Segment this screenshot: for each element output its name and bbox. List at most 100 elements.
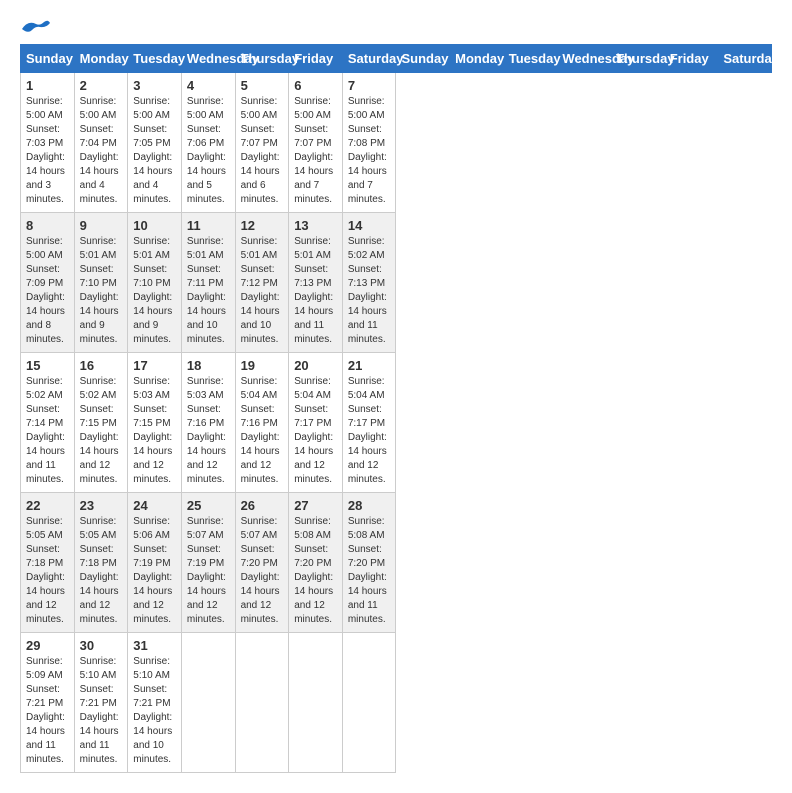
day-number: 27	[294, 498, 337, 513]
calendar-week-1: 1 Sunrise: 5:00 AMSunset: 7:03 PMDaylight…	[21, 73, 772, 213]
day-number: 21	[348, 358, 391, 373]
calendar-header-row: SundayMondayTuesdayWednesdayThursdayFrid…	[21, 45, 772, 73]
calendar-cell: 15Sunrise: 5:02 AMSunset: 7:14 PMDayligh…	[21, 353, 75, 493]
calendar-cell: 13 Sunrise: 5:01 AMSunset: 7:13 PMDayligh…	[289, 213, 343, 353]
day-number: 26	[241, 498, 284, 513]
day-details: Sunrise: 5:00 AMSunset: 7:08 PMDaylight:…	[348, 95, 391, 207]
calendar-cell: 9Sunrise: 5:01 AMSunset: 7:10 PMDaylight…	[74, 213, 128, 353]
day-details: Sunrise: 5:09 AMSunset: 7:21 PMDaylight:…	[26, 655, 69, 767]
day-details: Sunrise: 5:01 AMSunset: 7:11 PMDaylight:…	[187, 235, 230, 347]
day-number: 14	[348, 218, 391, 233]
day-number: 8	[26, 218, 69, 233]
header-day-sunday: Sunday	[396, 45, 450, 73]
day-details: Sunrise: 5:06 AMSunset: 7:19 PMDaylight:…	[133, 515, 176, 627]
day-number: 15	[26, 358, 69, 373]
day-number: 29	[26, 638, 69, 653]
day-details: Sunrise: 5:00 AMSunset: 7:07 PMDaylight:…	[241, 95, 284, 207]
day-details: Sunrise: 5:08 AMSunset: 7:20 PMDaylight:…	[348, 515, 391, 627]
day-number: 30	[80, 638, 123, 653]
calendar-cell: 7 Sunrise: 5:00 AMSunset: 7:08 PMDaylight…	[342, 73, 396, 213]
header-saturday: Saturday	[342, 45, 396, 73]
day-number: 9	[80, 218, 123, 233]
calendar-cell: 6 Sunrise: 5:00 AMSunset: 7:07 PMDaylight…	[289, 73, 343, 213]
calendar-cell: 31 Sunrise: 5:10 AMSunset: 7:21 PMDayligh…	[128, 633, 182, 773]
day-details: Sunrise: 5:07 AMSunset: 7:20 PMDaylight:…	[241, 515, 284, 627]
calendar-cell: 4 Sunrise: 5:00 AMSunset: 7:06 PMDaylight…	[181, 73, 235, 213]
header-day-tuesday: Tuesday	[503, 45, 557, 73]
day-number: 6	[294, 78, 337, 93]
calendar-cell: 21 Sunrise: 5:04 AMSunset: 7:17 PMDayligh…	[342, 353, 396, 493]
header-thursday: Thursday	[235, 45, 289, 73]
day-number: 10	[133, 218, 176, 233]
header-sunday: Sunday	[21, 45, 75, 73]
day-details: Sunrise: 5:00 AMSunset: 7:07 PMDaylight:…	[294, 95, 337, 207]
calendar-cell: 30 Sunrise: 5:10 AMSunset: 7:21 PMDayligh…	[74, 633, 128, 773]
day-number: 22	[26, 498, 69, 513]
page-header	[20, 20, 772, 34]
calendar-cell: 10 Sunrise: 5:01 AMSunset: 7:10 PMDayligh…	[128, 213, 182, 353]
calendar-cell: 2Sunrise: 5:00 AMSunset: 7:04 PMDaylight…	[74, 73, 128, 213]
day-details: Sunrise: 5:01 AMSunset: 7:10 PMDaylight:…	[133, 235, 176, 347]
header-day-saturday: Saturday	[718, 45, 772, 73]
calendar-cell: 1 Sunrise: 5:00 AMSunset: 7:03 PMDaylight…	[21, 73, 75, 213]
calendar-cell: 12Sunrise: 5:01 AMSunset: 7:12 PMDayligh…	[235, 213, 289, 353]
day-number: 31	[133, 638, 176, 653]
calendar-cell: 19Sunrise: 5:04 AMSunset: 7:16 PMDayligh…	[235, 353, 289, 493]
day-details: Sunrise: 5:02 AMSunset: 7:15 PMDaylight:…	[80, 375, 123, 487]
logo	[20, 20, 50, 34]
day-number: 13	[294, 218, 337, 233]
day-number: 4	[187, 78, 230, 93]
day-details: Sunrise: 5:10 AMSunset: 7:21 PMDaylight:…	[133, 655, 176, 767]
header-day-monday: Monday	[450, 45, 504, 73]
calendar-cell: 29 Sunrise: 5:09 AMSunset: 7:21 PMDayligh…	[21, 633, 75, 773]
day-details: Sunrise: 5:07 AMSunset: 7:19 PMDaylight:…	[187, 515, 230, 627]
day-details: Sunrise: 5:04 AMSunset: 7:17 PMDaylight:…	[348, 375, 391, 487]
calendar-cell: 11 Sunrise: 5:01 AMSunset: 7:11 PMDayligh…	[181, 213, 235, 353]
day-details: Sunrise: 5:08 AMSunset: 7:20 PMDaylight:…	[294, 515, 337, 627]
calendar-cell: 3 Sunrise: 5:00 AMSunset: 7:05 PMDaylight…	[128, 73, 182, 213]
header-monday: Monday	[74, 45, 128, 73]
day-number: 24	[133, 498, 176, 513]
day-number: 25	[187, 498, 230, 513]
calendar-cell: 14 Sunrise: 5:02 AMSunset: 7:13 PMDayligh…	[342, 213, 396, 353]
day-details: Sunrise: 5:00 AMSunset: 7:06 PMDaylight:…	[187, 95, 230, 207]
day-details: Sunrise: 5:01 AMSunset: 7:12 PMDaylight:…	[241, 235, 284, 347]
header-day-wednesday: Wednesday	[557, 45, 611, 73]
day-details: Sunrise: 5:03 AMSunset: 7:16 PMDaylight:…	[187, 375, 230, 487]
day-details: Sunrise: 5:03 AMSunset: 7:15 PMDaylight:…	[133, 375, 176, 487]
day-details: Sunrise: 5:05 AMSunset: 7:18 PMDaylight:…	[80, 515, 123, 627]
day-details: Sunrise: 5:00 AMSunset: 7:05 PMDaylight:…	[133, 95, 176, 207]
day-details: Sunrise: 5:04 AMSunset: 7:17 PMDaylight:…	[294, 375, 337, 487]
day-details: Sunrise: 5:10 AMSunset: 7:21 PMDaylight:…	[80, 655, 123, 767]
day-number: 7	[348, 78, 391, 93]
day-number: 2	[80, 78, 123, 93]
logo-bird-icon	[22, 20, 50, 38]
day-number: 19	[241, 358, 284, 373]
calendar-cell: 5 Sunrise: 5:00 AMSunset: 7:07 PMDaylight…	[235, 73, 289, 213]
calendar-cell: 20 Sunrise: 5:04 AMSunset: 7:17 PMDayligh…	[289, 353, 343, 493]
day-details: Sunrise: 5:01 AMSunset: 7:13 PMDaylight:…	[294, 235, 337, 347]
calendar-cell: 16 Sunrise: 5:02 AMSunset: 7:15 PMDayligh…	[74, 353, 128, 493]
calendar-week-5: 29 Sunrise: 5:09 AMSunset: 7:21 PMDayligh…	[21, 633, 772, 773]
day-number: 1	[26, 78, 69, 93]
calendar-cell	[235, 633, 289, 773]
day-number: 5	[241, 78, 284, 93]
header-day-friday: Friday	[664, 45, 718, 73]
day-number: 23	[80, 498, 123, 513]
day-details: Sunrise: 5:00 AMSunset: 7:09 PMDaylight:…	[26, 235, 69, 347]
day-number: 17	[133, 358, 176, 373]
day-number: 18	[187, 358, 230, 373]
day-number: 28	[348, 498, 391, 513]
header-day-thursday: Thursday	[611, 45, 665, 73]
day-number: 16	[80, 358, 123, 373]
day-number: 11	[187, 218, 230, 233]
calendar-cell: 17 Sunrise: 5:03 AMSunset: 7:15 PMDayligh…	[128, 353, 182, 493]
day-details: Sunrise: 5:02 AMSunset: 7:13 PMDaylight:…	[348, 235, 391, 347]
day-details: Sunrise: 5:00 AMSunset: 7:03 PMDaylight:…	[26, 95, 69, 207]
calendar-table: SundayMondayTuesdayWednesdayThursdayFrid…	[20, 44, 772, 773]
calendar-week-3: 15Sunrise: 5:02 AMSunset: 7:14 PMDayligh…	[21, 353, 772, 493]
calendar-week-2: 8 Sunrise: 5:00 AMSunset: 7:09 PMDaylight…	[21, 213, 772, 353]
calendar-cell: 8 Sunrise: 5:00 AMSunset: 7:09 PMDaylight…	[21, 213, 75, 353]
day-number: 20	[294, 358, 337, 373]
day-number: 3	[133, 78, 176, 93]
